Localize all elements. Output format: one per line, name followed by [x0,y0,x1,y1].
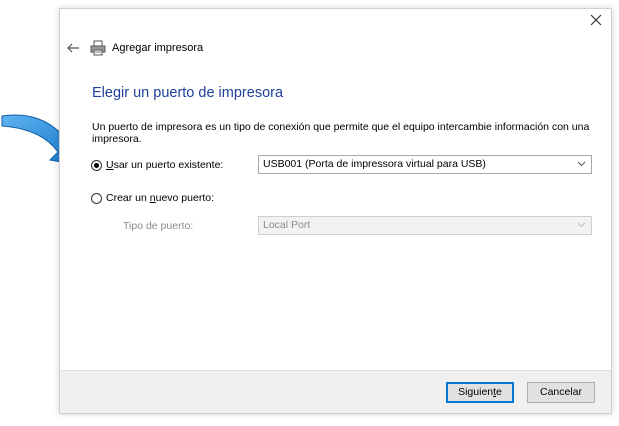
printer-icon [90,40,106,56]
radio-new-port-dot[interactable] [91,192,102,204]
radio-new-port-label[interactable]: Crear un nuevo puerto: [106,192,214,204]
window-title: Agregar impresora [112,42,204,54]
page-heading: Elegir un puerto de impresora [92,85,284,101]
port-type-value: Local Port [263,219,311,231]
port-type-select: Local Port [258,216,592,235]
chevron-down-icon [577,222,586,228]
radio-existing-port-dot[interactable] [91,159,102,171]
add-printer-dialog: Agregar impresora Elegir un puerto de im… [59,8,612,414]
page-description: Un puerto de impresora es un tipo de con… [92,121,590,145]
existing-port-select[interactable]: USB001 (Porta de impressora virtual para… [258,155,592,174]
existing-port-value: USB001 (Porta de impressora virtual para… [263,158,486,170]
radio-existing-port-label[interactable]: Usar un puerto existente: [106,159,223,171]
next-button[interactable]: Siguiente [446,382,514,403]
chevron-down-icon [577,161,586,167]
back-arrow-icon[interactable] [66,41,80,55]
wizard-footer: Siguiente Cancelar [60,370,611,413]
cancel-button[interactable]: Cancelar [527,382,595,403]
wizard-header: Agregar impresora [60,39,611,59]
port-type-label: Tipo de puerto: [123,220,194,232]
close-button[interactable] [589,13,603,27]
radio-existing-port[interactable]: Usar un puerto existente: [91,159,223,171]
radio-new-port[interactable]: Crear un nuevo puerto: [91,192,214,204]
close-icon [590,14,602,26]
